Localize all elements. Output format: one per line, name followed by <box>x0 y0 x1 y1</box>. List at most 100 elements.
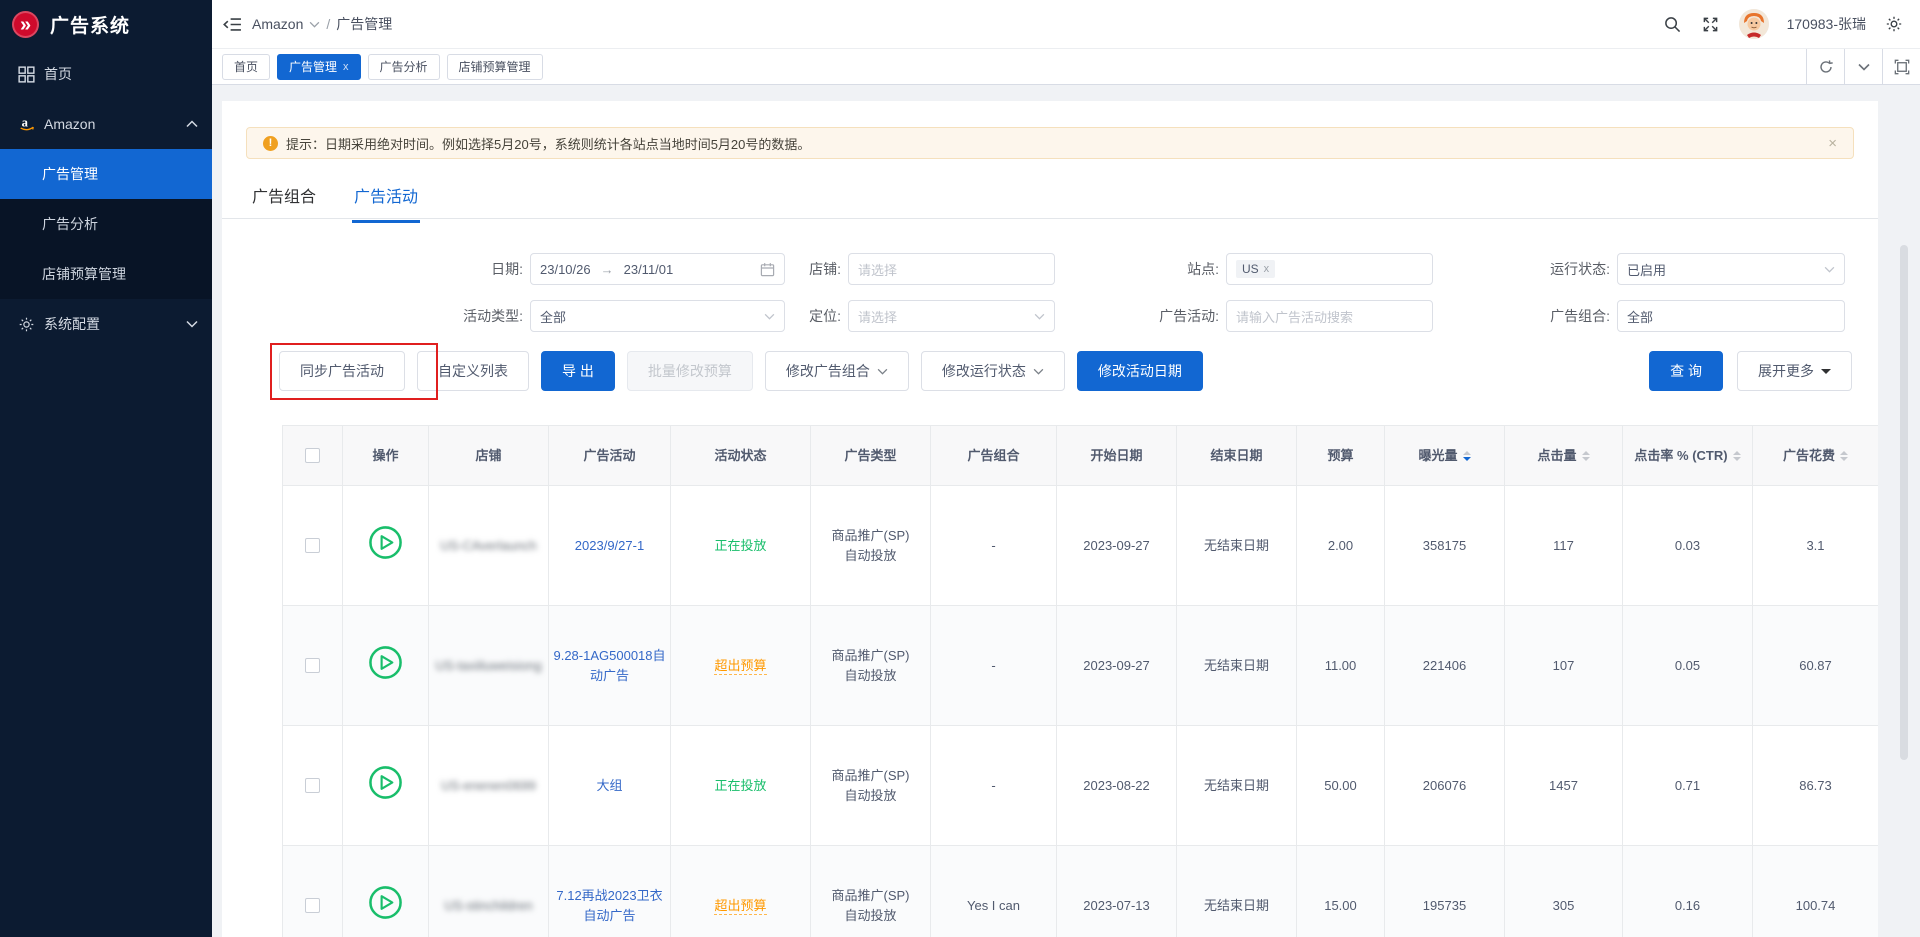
app-title: 广告系统 <box>50 11 130 38</box>
export-button[interactable]: 导 出 <box>541 351 615 391</box>
spend-cell: 86.73 <box>1753 726 1879 846</box>
tab-ad-analysis[interactable]: 广告分析 <box>368 54 440 80</box>
user-name[interactable]: 170983-张瑞 <box>1787 14 1866 34</box>
portfolio-cell: - <box>931 606 1057 726</box>
tab-ad-campaign[interactable]: 广告活动 <box>352 175 420 223</box>
sidebar-item-label: 广告分析 <box>42 214 198 234</box>
sync-campaigns-button[interactable]: 同步广告活动 <box>279 351 405 391</box>
edit-campaign-dates-button[interactable]: 修改活动日期 <box>1077 351 1203 391</box>
spend-cell: 3.1 <box>1753 486 1879 606</box>
clicks-cell: 117 <box>1505 486 1623 606</box>
filter-portfolio: 广告组合: 全部 <box>1452 300 1845 332</box>
button-label: 修改运行状态 <box>942 361 1026 381</box>
col-clicks[interactable]: 点击量 <box>1505 426 1623 486</box>
chevron-down-icon <box>1824 266 1835 273</box>
status-badge[interactable]: 超出预算 <box>714 658 766 675</box>
ad-type-line2: 自动投放 <box>815 786 926 806</box>
avatar[interactable] <box>1739 9 1769 39</box>
chevron-down-icon[interactable] <box>1844 49 1882 85</box>
portfolio-select[interactable]: 全部 <box>1617 300 1845 332</box>
toolbar: 同步广告活动 自定义列表 导 出 批量修改预算 修改广告组合 修改运行状态 修改… <box>279 351 1203 391</box>
campaign-link[interactable]: 7.12再战2023卫衣自动广告 <box>556 888 662 923</box>
column-label: 曝光量 <box>1418 448 1457 463</box>
customize-columns-button[interactable]: 自定义列表 <box>417 351 529 391</box>
tab-store-budget[interactable]: 店铺预算管理 <box>447 54 543 80</box>
ctr-cell: 0.71 <box>1623 726 1753 846</box>
sort-icon[interactable] <box>1733 451 1741 461</box>
tab-ad-portfolio[interactable]: 广告组合 <box>250 175 318 220</box>
play-icon[interactable] <box>368 645 403 686</box>
select-all-checkbox[interactable] <box>305 448 320 463</box>
sort-icon[interactable] <box>1582 451 1590 461</box>
budget-cell: 15.00 <box>1297 846 1385 937</box>
run-status-select[interactable]: 已启用 <box>1617 253 1845 285</box>
filter-label: 广告组合: <box>1452 306 1610 326</box>
impressions-cell: 206076 <box>1385 726 1505 846</box>
col-ctr[interactable]: 点击率 % (CTR) <box>1623 426 1753 486</box>
campaign-link[interactable]: 大组 <box>596 778 622 793</box>
store-select[interactable]: 请选择 <box>848 253 1055 285</box>
site-tag-us: US x <box>1236 260 1275 278</box>
tab-label: 店铺预算管理 <box>459 58 531 75</box>
play-icon[interactable] <box>368 885 403 926</box>
store-name: US-CAverlaunch <box>440 538 537 553</box>
budget-cell: 50.00 <box>1297 726 1385 846</box>
campaign-search-input[interactable]: 请输入广告活动搜索 <box>1226 300 1433 332</box>
row-checkbox[interactable] <box>305 898 320 913</box>
campaign-link[interactable]: 9.28-1AG500018自动广告 <box>553 648 665 683</box>
vertical-scrollbar[interactable] <box>1900 245 1908 760</box>
query-button[interactable]: 查 询 <box>1649 351 1723 391</box>
app-logo[interactable]: » 广告系统 <box>0 0 212 49</box>
sidebar-item-ad-management[interactable]: 广告管理 <box>0 149 212 199</box>
play-icon[interactable] <box>368 525 403 566</box>
fullscreen-icon[interactable] <box>1701 14 1721 34</box>
date-end-value: 23/11/01 <box>624 262 674 277</box>
collapse-sidebar-icon[interactable] <box>212 0 252 49</box>
row-checkbox[interactable] <box>305 778 320 793</box>
chevron-down-icon <box>1033 368 1044 375</box>
status-badge[interactable]: 超出预算 <box>714 898 766 915</box>
filter-campaign-search: 广告活动: 请输入广告活动搜索 <box>1062 300 1433 332</box>
col-campaign: 广告活动 <box>549 426 671 486</box>
sidebar-item-ad-analysis[interactable]: 广告分析 <box>0 199 212 249</box>
app-root: » 广告系统 首页 a Amazon <box>0 0 1920 937</box>
sidebar-item-home[interactable]: 首页 <box>0 49 212 99</box>
end-date-cell: 无结束日期 <box>1177 606 1297 726</box>
site-select[interactable]: US x <box>1226 253 1433 285</box>
impressions-cell: 358175 <box>1385 486 1505 606</box>
sidebar-item-system-config[interactable]: 系统配置 <box>0 299 212 349</box>
breadcrumb-root[interactable]: Amazon <box>252 16 303 32</box>
toolbar-right: 查 询 展开更多 <box>1649 351 1852 391</box>
start-date-cell: 2023-07-13 <box>1057 846 1177 937</box>
close-icon[interactable]: × <box>1828 136 1837 151</box>
chevron-down-icon[interactable] <box>309 21 320 28</box>
column-label: 点击量 <box>1537 448 1576 463</box>
expand-more-button[interactable]: 展开更多 <box>1737 351 1852 391</box>
edit-run-status-dropdown[interactable]: 修改运行状态 <box>921 351 1065 391</box>
tab-home[interactable]: 首页 <box>222 54 270 80</box>
play-icon[interactable] <box>368 765 403 806</box>
gear-icon[interactable] <box>1884 14 1904 34</box>
edit-portfolio-dropdown[interactable]: 修改广告组合 <box>765 351 909 391</box>
filter-targeting: 定位: 请选择 <box>692 300 1055 332</box>
close-icon[interactable]: x <box>1264 263 1270 275</box>
sidebar-item-amazon[interactable]: a Amazon <box>0 99 212 149</box>
sort-icon[interactable] <box>1840 451 1848 461</box>
col-impressions[interactable]: 曝光量 <box>1385 426 1505 486</box>
targeting-select[interactable]: 请选择 <box>848 300 1055 332</box>
ad-type-line1: 商品推广(SP) <box>815 886 926 906</box>
campaign-link[interactable]: 2023/9/27-1 <box>575 538 644 553</box>
batch-edit-budget-button[interactable]: 批量修改预算 <box>627 351 753 391</box>
sidebar-item-store-budget[interactable]: 店铺预算管理 <box>0 249 212 299</box>
notice-alert: ! 提示：日期采用绝对时间。例如选择5月20号，系统则统计各站点当地时间5月20… <box>246 127 1854 159</box>
search-icon[interactable] <box>1663 14 1683 34</box>
maximize-icon[interactable] <box>1882 49 1920 85</box>
col-spend[interactable]: 广告花费 <box>1753 426 1879 486</box>
row-checkbox[interactable] <box>305 538 320 553</box>
tab-ad-management[interactable]: 广告管理 x <box>277 54 361 80</box>
refresh-icon[interactable] <box>1806 49 1844 85</box>
row-checkbox[interactable] <box>305 658 320 673</box>
sort-icon[interactable] <box>1463 451 1471 461</box>
sidebar-item-label: 系统配置 <box>44 314 186 334</box>
close-icon[interactable]: x <box>343 61 349 73</box>
